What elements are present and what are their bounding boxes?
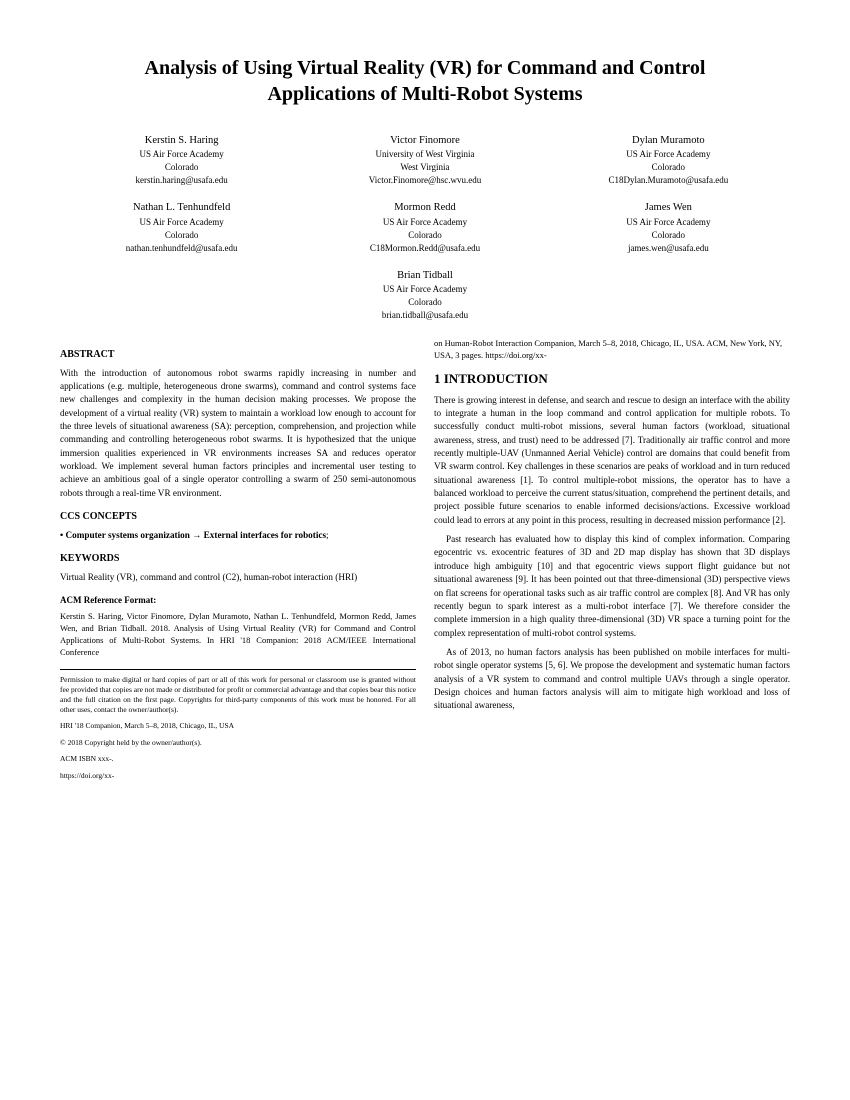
authors-row1: Kerstin S. Haring US Air Force Academy C…: [60, 129, 790, 191]
author-james: James Wen US Air Force Academy Colorado …: [547, 196, 790, 258]
paper-title: Analysis of Using Virtual Reality (VR) f…: [60, 55, 790, 107]
page: Analysis of Using Virtual Reality (VR) f…: [0, 0, 850, 1100]
title-section: Analysis of Using Virtual Reality (VR) f…: [60, 55, 790, 107]
author-nathan: Nathan L. Tenhundfeld US Air Force Acade…: [60, 196, 303, 258]
intro-para-2: Past research has evaluated how to displ…: [434, 533, 790, 640]
footnote-doi: https://doi.org/xx-: [60, 771, 416, 782]
keywords-heading: KEYWORDS: [60, 552, 416, 567]
acm-ref-heading: ACM Reference Format:: [60, 594, 416, 607]
intro-heading: 1 INTRODUCTION: [434, 370, 790, 389]
author-mormon: Mormon Redd US Air Force Academy Colorad…: [303, 196, 546, 258]
footnote-permission: Permission to make digital or hard copie…: [60, 675, 416, 716]
right-column: on Human-Robot Interaction Companion, Ma…: [434, 338, 790, 787]
authors-row2: Nathan L. Tenhundfeld US Air Force Acade…: [60, 196, 790, 258]
abstract-text: With the introduction of autonomous robo…: [60, 367, 416, 500]
ccs-text: • Computer systems organization → Extern…: [60, 529, 416, 543]
keywords-text: Virtual Reality (VR), command and contro…: [60, 571, 416, 584]
footnote-copyright: © 2018 Copyright held by the owner/autho…: [60, 738, 416, 749]
intro-para-1: There is growing interest in defense, an…: [434, 394, 790, 527]
author-dylan: Dylan Muramoto US Air Force Academy Colo…: [547, 129, 790, 191]
footnote-isbn: ACM ISBN xxx-.: [60, 754, 416, 765]
author-brian: Brian Tidball US Air Force Academy Color…: [60, 264, 790, 326]
ccs-heading: CCS CONCEPTS: [60, 510, 416, 525]
intro-para-3: As of 2013, no human factors analysis ha…: [434, 646, 790, 713]
right-top-note: on Human-Robot Interaction Companion, Ma…: [434, 338, 790, 362]
acm-ref-text: Kerstin S. Haring, Victor Finomore, Dyla…: [60, 611, 416, 659]
author-victor: Victor Finomore University of West Virgi…: [303, 129, 546, 191]
authors-row3: Brian Tidball US Air Force Academy Color…: [60, 264, 790, 326]
author-kerstin: Kerstin S. Haring US Air Force Academy C…: [60, 129, 303, 191]
footnote-box: Permission to make digital or hard copie…: [60, 669, 416, 782]
ccs-bold: • Computer systems organization → Extern…: [60, 530, 326, 540]
footnote-conference: HRI '18 Companion, March 5–8, 2018, Chic…: [60, 721, 416, 732]
abstract-heading: ABSTRACT: [60, 348, 416, 363]
two-column-layout: ABSTRACT With the introduction of autono…: [60, 338, 790, 787]
left-column: ABSTRACT With the introduction of autono…: [60, 338, 416, 787]
